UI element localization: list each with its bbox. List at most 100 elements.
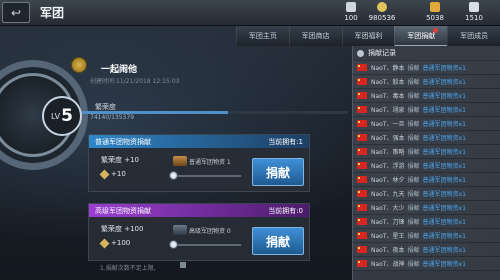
log-row: NaoT、浮游 捐献 普通军团物资x1 <box>353 159 500 173</box>
donation-item: 普通军团物资x1 <box>422 107 466 114</box>
log-row: NaoT、九天 捐献 普通军团物资x1 <box>353 187 500 201</box>
donation-action: 捐献 <box>407 177 420 184</box>
resource-coin: 980536 <box>357 2 407 24</box>
silver-bar-icon <box>346 2 356 12</box>
donation-action: 捐献 <box>407 247 420 254</box>
donor-name: NaoT、九天 <box>371 191 405 198</box>
donation-item: 普通军团物资x1 <box>422 261 466 268</box>
quantity-slider-knob[interactable] <box>169 171 178 180</box>
donate-button-normal[interactable]: 捐献 <box>252 158 304 186</box>
donation-item: 普通军团物资x1 <box>422 233 466 240</box>
donor-name: NaoT、策略 <box>371 149 405 156</box>
tab-home[interactable]: 军团主页 <box>236 26 289 46</box>
level-label: LV <box>51 111 61 121</box>
donor-name: NaoT、强本 <box>371 135 405 142</box>
tab-donate[interactable]: 军团捐献 <box>394 26 448 46</box>
log-row: NaoT、林夕 捐献 普通军团物资x1 <box>353 173 500 187</box>
log-row: NaoT、刀锋 捐献 普通军团物资x1 <box>353 215 500 229</box>
resource-value: 1510 <box>465 14 483 22</box>
top-bar: ↩ 军团 100 980536 5038 1510 <box>0 0 500 26</box>
ticket-icon <box>469 2 479 12</box>
china-flag-icon <box>357 176 367 183</box>
china-flag-icon <box>357 120 367 127</box>
china-flag-icon <box>357 218 367 225</box>
donor-name: NaoT、星王 <box>371 233 405 240</box>
donor-name: NaoT、毒本 <box>371 93 405 100</box>
card-header: 普通军团物资捐献 当前拥有:1 <box>89 135 309 148</box>
donor-name: NaoT、战神 <box>371 261 405 268</box>
donation-action: 捐献 <box>407 79 420 86</box>
resource-gain-value: +100 <box>111 239 131 247</box>
notification-badge <box>433 28 439 33</box>
log-row: NaoT、一旦 捐献 普通军团物资x1 <box>353 117 500 131</box>
donor-name: NaoT、翊泉 <box>371 107 405 114</box>
donation-item: 普通军团物资x1 <box>422 177 466 184</box>
donation-card-normal: 普通军团物资捐献 当前拥有:1 繁荣度 +10 +10 普通军团物资 1 捐献 <box>88 134 310 192</box>
resource-gain: +100 <box>99 238 131 248</box>
log-row: NaoT、策略 捐献 普通军团物资x1 <box>353 145 500 159</box>
donation-action: 捐献 <box>407 149 420 156</box>
player-avatar-icon[interactable] <box>71 57 87 73</box>
donation-action: 捐献 <box>407 65 420 72</box>
donation-item: 普通军团物资x1 <box>422 191 466 198</box>
donor-name: NaoT、一旦 <box>371 121 405 128</box>
card-title: 普通军团物资捐献 <box>95 137 151 146</box>
china-flag-icon <box>357 232 367 239</box>
log-row: NaoT、毅本 捐献 普通军团物资x1 <box>353 75 500 89</box>
back-button[interactable]: ↩ <box>2 2 30 23</box>
china-flag-icon <box>357 64 367 71</box>
donation-action: 捐献 <box>407 135 420 142</box>
donation-item: 普通军团物资x1 <box>422 135 466 142</box>
donation-card-advanced: 高级军团物资捐献 当前拥有:0 繁荣度 +100 +100 高级军团物资 0 捐… <box>88 203 310 261</box>
resource-gain-value: +10 <box>111 170 126 178</box>
donation-item: 普通军团物资x1 <box>422 163 466 170</box>
card-remaining: 当前拥有:0 <box>268 206 303 215</box>
quantity-slider-track[interactable] <box>171 175 241 177</box>
donation-item: 普通军团物资x1 <box>422 149 466 156</box>
page-title: 军团 <box>40 6 65 20</box>
donation-item: 普通军团物资x1 <box>422 205 466 212</box>
coin-icon <box>377 2 387 12</box>
tab-welfare[interactable]: 军团福利 <box>341 26 395 46</box>
donation-action: 捐献 <box>407 121 420 128</box>
donor-name: NaoT、林夕 <box>371 177 405 184</box>
level-badge: LV 5 <box>42 96 82 136</box>
tab-bar: 军团主页 军团商店 军团福利 军团捐献 军团成员 <box>236 26 500 46</box>
tab-label: 军团捐献 <box>407 32 436 40</box>
donor-name: NaoT、刀锋 <box>371 219 405 226</box>
china-flag-icon <box>357 204 367 211</box>
donor-name: NaoT、夜本 <box>371 247 405 254</box>
china-flag-icon <box>357 148 367 155</box>
log-row: NaoT、夜本 捐献 普通军团物资x1 <box>353 243 500 257</box>
prosperity-value: 74140/135379 <box>90 114 135 121</box>
log-list[interactable]: NaoT、静本 捐献 普通军团物资x1 NaoT、毅本 捐献 普通军团物资x1 NaoT、毒… <box>353 61 500 271</box>
donor-name: NaoT、毅本 <box>371 79 405 86</box>
tab-shop[interactable]: 军团商店 <box>288 26 342 46</box>
card-remaining: 当前拥有:1 <box>268 137 303 146</box>
donation-item: 普通军团物资x1 <box>422 121 466 128</box>
supply-crate-icon <box>173 225 187 235</box>
donation-item: 普通军团物资x1 <box>422 79 466 86</box>
supply-crate-icon <box>173 156 187 166</box>
gold-bar-icon <box>430 2 440 12</box>
prosperity-gain: 繁荣度 +100 <box>101 225 144 233</box>
donation-action: 捐献 <box>407 163 420 170</box>
china-flag-icon <box>357 260 367 267</box>
donation-action: 捐献 <box>407 233 420 240</box>
log-row: NaoT、静本 捐献 普通军团物资x1 <box>353 61 500 75</box>
card-header: 高级军团物资捐献 当前拥有:0 <box>89 204 309 217</box>
log-row: NaoT、毒本 捐献 普通军团物资x1 <box>353 89 500 103</box>
quantity-slider-knob[interactable] <box>169 240 178 249</box>
log-row: NaoT、翊泉 捐献 普通军团物资x1 <box>353 103 500 117</box>
player-name: 一起闹他 <box>101 65 138 75</box>
log-row: NaoT、强本 捐献 普通军团物资x1 <box>353 131 500 145</box>
donate-button-advanced[interactable]: 捐献 <box>252 227 304 255</box>
player-created-time: 创建时间:11/21/2018 12:15:03 <box>90 78 180 85</box>
info-icon <box>180 262 186 268</box>
tab-members[interactable]: 军团成员 <box>447 26 500 46</box>
level-value: 5 <box>61 106 73 126</box>
donation-action: 捐献 <box>407 219 420 226</box>
quantity-slider-track[interactable] <box>171 244 241 246</box>
china-flag-icon <box>357 162 367 169</box>
donation-item: 普通军团物资x1 <box>422 65 466 72</box>
